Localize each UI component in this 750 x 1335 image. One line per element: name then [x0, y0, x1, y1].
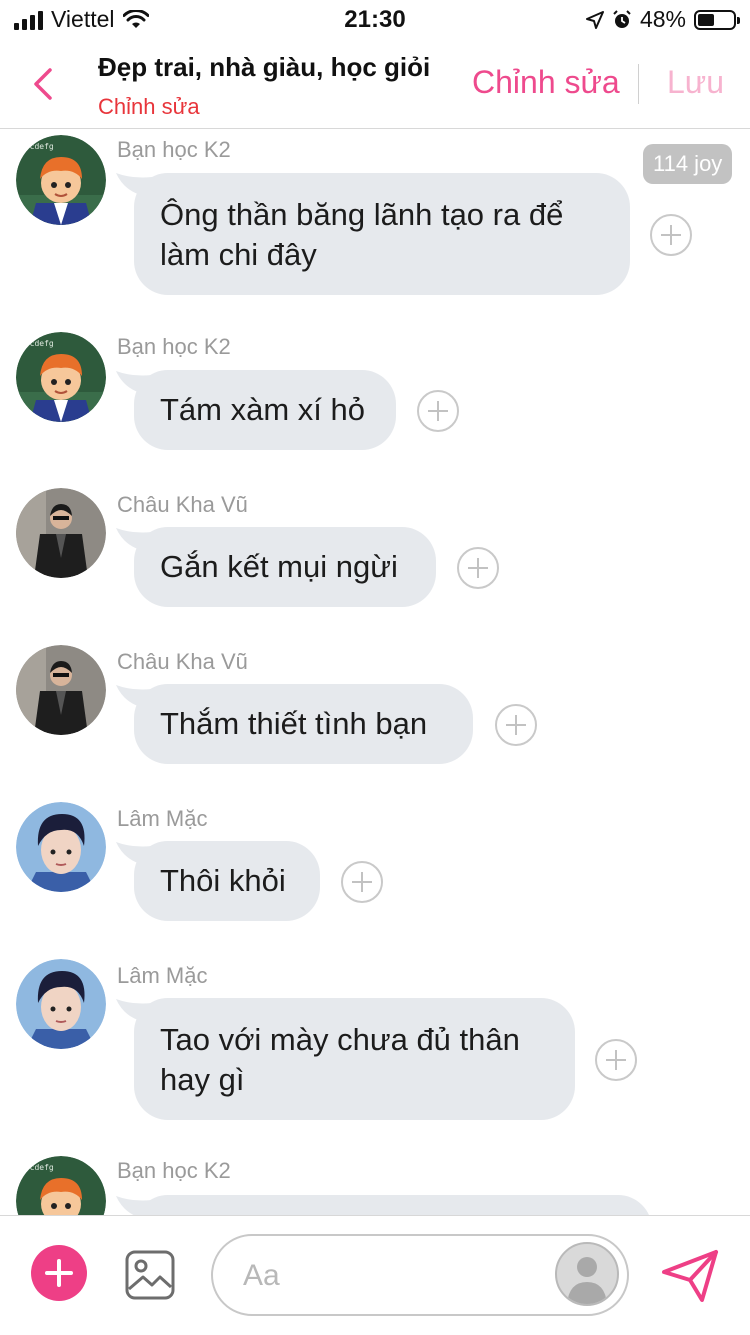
- message-bubble[interactable]: Tám xàm xí hỏ: [134, 370, 396, 450]
- sender-name: Bạn học K2: [117, 334, 231, 359]
- composer-bar: [0, 1215, 750, 1335]
- location-arrow-icon: [585, 10, 604, 29]
- joy-badge: 114 joy: [643, 144, 733, 184]
- cartoon-student-icon: abcdefg: [16, 135, 106, 225]
- sender-name: Lâm Mặc: [117, 806, 208, 831]
- message-list[interactable]: abcdefg Bạn học K2 Ông thần băng lãnh tạ…: [0, 129, 750, 1215]
- cartoon-student-icon: abcdefg: [16, 332, 106, 422]
- cartoon-student-icon: abcdefg: [16, 1156, 106, 1215]
- react-plus-icon[interactable]: [417, 390, 459, 432]
- alarm-icon: [613, 9, 631, 28]
- group-title: Đẹp trai, nhà giàu, học giỏi: [98, 52, 431, 82]
- svg-text:abcdefg: abcdefg: [20, 142, 54, 151]
- image-icon[interactable]: [124, 1249, 176, 1301]
- sender-name: Châu Kha Vũ: [117, 492, 248, 517]
- avatar[interactable]: abcdefg: [16, 1156, 106, 1215]
- sender-name: Châu Kha Vũ: [117, 649, 248, 674]
- message-bubble[interactable]: [134, 1195, 652, 1215]
- avatar[interactable]: abcdefg: [16, 332, 106, 422]
- react-plus-icon[interactable]: [595, 1039, 637, 1081]
- react-plus-icon[interactable]: [341, 861, 383, 903]
- sender-name: Bạn học K2: [117, 137, 231, 162]
- status-right: 48%: [585, 6, 740, 33]
- add-icon[interactable]: [31, 1245, 87, 1301]
- save-button[interactable]: Lưu: [667, 64, 724, 101]
- user-avatar-icon[interactable]: [555, 1242, 619, 1306]
- message-bubble[interactable]: Thôi khỏi: [134, 841, 320, 921]
- react-plus-icon[interactable]: [495, 704, 537, 746]
- message-input-wrapper: [211, 1234, 629, 1316]
- message-bubble[interactable]: Tao với mày chưa đủ thân hay gì: [134, 998, 575, 1120]
- avatar[interactable]: [16, 802, 106, 892]
- young-man-portrait-icon: [16, 959, 106, 1049]
- chat-header: Đẹp trai, nhà giàu, học giỏi Chỉnh sửa C…: [0, 40, 750, 129]
- header-divider: [638, 64, 639, 104]
- svg-text:abcdefg: abcdefg: [20, 339, 54, 348]
- message-bubble[interactable]: Ông thần băng lãnh tạo ra để làm chi đây: [134, 173, 630, 295]
- edit-name-link[interactable]: Chỉnh sửa: [98, 94, 200, 120]
- man-in-black-coat-icon: [16, 488, 106, 578]
- sender-name: Bạn học K2: [117, 1158, 231, 1183]
- battery-percent: 48%: [639, 6, 686, 32]
- battery-icon: [694, 9, 740, 30]
- sender-name: Lâm Mặc: [117, 963, 208, 988]
- man-in-black-coat-icon: [16, 645, 106, 735]
- back-chevron-icon[interactable]: [28, 62, 68, 106]
- avatar[interactable]: [16, 488, 106, 578]
- avatar[interactable]: abcdefg: [16, 135, 106, 225]
- message-input[interactable]: [241, 1250, 545, 1302]
- react-plus-icon[interactable]: [457, 547, 499, 589]
- edit-button[interactable]: Chỉnh sửa: [472, 64, 620, 101]
- status-bar: Viettel 21:30 48%: [0, 0, 750, 40]
- send-icon[interactable]: [660, 1248, 720, 1304]
- message-bubble[interactable]: Gắn kết mụi ngừi: [134, 527, 436, 607]
- avatar[interactable]: [16, 959, 106, 1049]
- young-man-portrait-icon: [16, 802, 106, 892]
- message-bubble[interactable]: Thắm thiết tình bạn: [134, 684, 473, 764]
- avatar[interactable]: [16, 645, 106, 735]
- svg-text:abcdefg: abcdefg: [20, 1163, 54, 1172]
- react-plus-icon[interactable]: [650, 214, 692, 256]
